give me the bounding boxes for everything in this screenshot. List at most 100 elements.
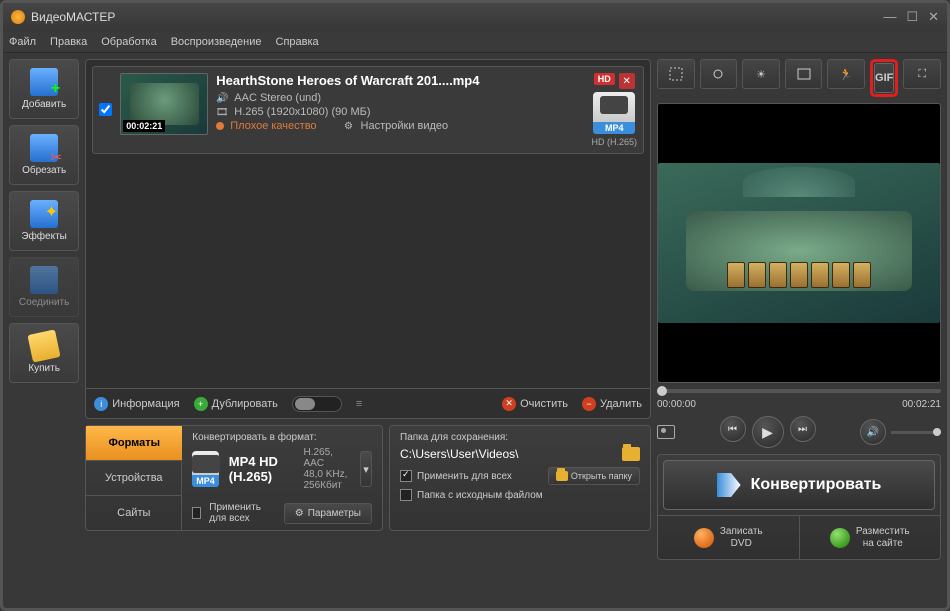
speed-icon: 🏃 [839,68,853,81]
next-button[interactable]: ⏭ [790,416,816,442]
audio-icon: 🔊 [216,92,228,104]
buy-label: Купить [28,363,60,374]
codec-label: HD (H.265) [591,137,637,147]
apply-all-format-checkbox[interactable] [192,507,201,519]
crop-icon [668,66,684,82]
brightness-tool[interactable]: ☀ [742,59,780,89]
duration-label: 00:02:21 [123,120,165,132]
delete-icon: − [582,397,596,411]
preview-tools: ☀ 🏃 GIF ⛶ [657,59,941,97]
player-controls: ⏮ ▶ ⏭ 🔊 [657,416,941,448]
app-logo-icon [11,10,25,24]
film-icon [796,66,812,82]
video-settings-link[interactable]: Настройки видео [361,120,449,132]
minimize-button[interactable]: — [883,9,896,25]
list-view-icon[interactable]: ≡ [356,398,362,410]
time-end: 00:02:21 [902,399,941,410]
text-tool[interactable] [785,59,823,89]
burn-dvd-button[interactable]: Записать DVD [658,516,800,559]
convert-button[interactable]: Конвертировать [663,460,935,510]
trim-button[interactable]: Обрезать [9,125,79,185]
video-info: H.265 (1920x1080) (90 МБ) [234,106,370,118]
join-icon [30,266,58,294]
seek-bar[interactable] [657,389,941,393]
enhance-tool[interactable] [700,59,738,89]
menubar: Файл Правка Обработка Воспроизведение Сп… [3,31,947,53]
scissors-icon [30,134,58,162]
crop-tool[interactable] [657,59,695,89]
file-title: HearthStone Heroes of Warcraft 201....mp… [216,73,583,88]
gif-tool[interactable]: GIF [874,63,894,93]
source-folder-label: Папка с исходным файлом [417,490,543,501]
format-detail-1: H.265, AAC [303,447,350,469]
info-icon: i [94,397,108,411]
remove-file-button[interactable]: ✕ [619,73,635,89]
open-folder-button[interactable]: Открыть папку [548,467,640,485]
apply-all-save-checkbox[interactable] [400,470,412,482]
apply-all-format-label: Применить для всех [209,502,275,524]
save-header: Папка для сохранения: [400,432,640,443]
speed-tool[interactable]: 🏃 [827,59,865,89]
menu-process[interactable]: Обработка [101,36,156,48]
globe-icon [830,528,850,548]
format-panel: Форматы Устройства Сайты Конвертировать … [85,425,383,531]
file-checkbox[interactable] [99,103,112,116]
duplicate-icon: + [194,397,208,411]
titlebar: ВидеоМАСТЕР — ☐ ✕ [3,3,947,31]
tab-sites[interactable]: Сайты [86,496,182,530]
publish-button[interactable]: Разместить на сайте [800,516,941,559]
menu-playback[interactable]: Воспроизведение [171,36,262,48]
sun-icon [710,66,726,82]
ticket-icon [28,329,61,362]
parameters-button[interactable]: ⚙Параметры [284,503,372,524]
timeline [657,389,941,393]
format-dropdown-button[interactable]: ▾ [360,451,372,487]
file-row[interactable]: 00:02:21 HearthStone Heroes of Warcraft … [92,66,644,154]
video-preview [657,103,941,383]
join-label: Соединить [19,297,69,308]
info-button[interactable]: iИнформация [94,397,179,411]
effects-label: Эффекты [21,231,66,242]
prev-button[interactable]: ⏮ [720,416,746,442]
time-start: 00:00:00 [657,399,696,410]
quality-label: Плохое качество [230,120,316,132]
buy-button[interactable]: Купить [9,323,79,383]
volume-slider[interactable] [891,431,941,434]
effects-button[interactable]: Эффекты [9,191,79,251]
browse-folder-button[interactable] [622,447,640,461]
hd-badge: HD [594,73,615,85]
apply-all-save-label: Применить для всех [417,471,512,482]
clear-button[interactable]: ✕Очистить [502,397,568,411]
close-button[interactable]: ✕ [928,9,939,25]
format-name: MP4 HD (H.265) [229,454,282,484]
play-button[interactable]: ▶ [752,416,784,448]
convert-icon [717,473,741,497]
menu-help[interactable]: Справка [276,36,319,48]
add-button[interactable]: Добавить [9,59,79,119]
volume-button[interactable]: 🔊 [860,419,886,445]
duplicate-button[interactable]: +Дублировать [194,397,278,411]
delete-button[interactable]: −Удалить [582,397,642,411]
file-thumbnail: 00:02:21 [120,73,208,135]
window-controls: — ☐ ✕ [883,9,939,25]
gear-icon: ⚙ [343,120,355,132]
maximize-button[interactable]: ☐ [906,9,918,25]
tab-formats[interactable]: Форматы [86,426,182,461]
folder-icon [556,471,568,481]
effects-icon [30,200,58,228]
snapshot-button[interactable] [657,425,675,439]
clear-icon: ✕ [502,397,516,411]
brightness-icon: ☀ [756,68,766,81]
join-button[interactable]: Соединить [9,257,79,317]
gif-highlight: GIF [870,59,898,97]
format-detail-2: 48,0 KHz, 256Кбит [303,469,350,491]
gear-icon: ⚙ [295,508,304,519]
fullscreen-tool[interactable]: ⛶ [903,59,941,89]
window-title: ВидеоМАСТЕР [31,10,115,24]
menu-file[interactable]: Файл [9,36,36,48]
menu-edit[interactable]: Правка [50,36,87,48]
tab-devices[interactable]: Устройства [86,461,182,496]
source-folder-checkbox[interactable] [400,489,412,501]
view-toggle[interactable] [292,396,342,412]
audio-info: AAC Stereo (und) [234,92,321,104]
